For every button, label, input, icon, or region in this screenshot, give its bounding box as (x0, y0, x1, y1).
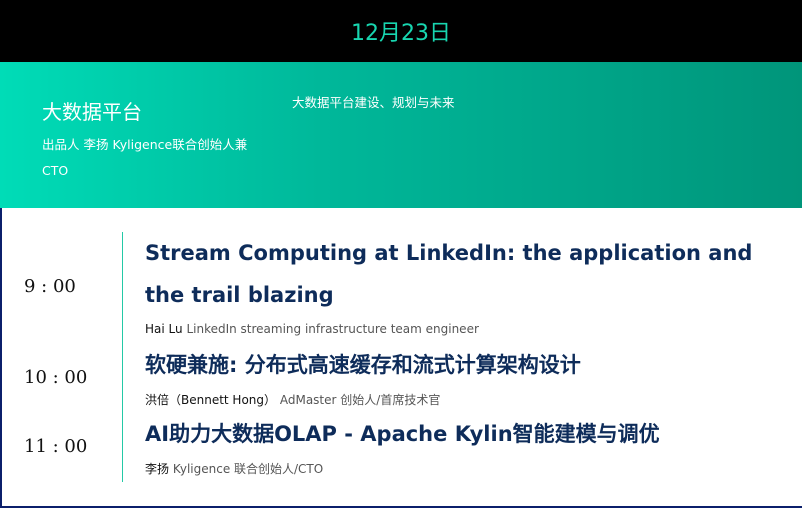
speaker-name: Hai Lu (145, 322, 183, 336)
speaker-name: 李扬 (145, 462, 170, 476)
speaker-name: 洪倍（Bennett Hong） (145, 393, 277, 407)
session-title[interactable]: AI助力大数据OLAP - Apache Kylin智能建模与调优 (145, 413, 785, 455)
track-banner: 大数据平台 出品人 李扬 Kyligence联合创始人兼CTO 大数据平台建设、… (0, 62, 802, 208)
track-description: 大数据平台建设、规划与未来 (292, 95, 455, 110)
speaker-role: Kyligence 联合创始人/CTO (172, 462, 324, 476)
session-time: 11 : 00 (24, 436, 88, 457)
track-producer: 出品人 李扬 Kyligence联合创始人兼CTO (42, 137, 248, 178)
date-label: 12月23日 (351, 21, 451, 46)
session-title[interactable]: Stream Computing at LinkedIn: the applic… (145, 232, 785, 316)
session-schedule: 9 : 00 Stream Computing at LinkedIn: the… (0, 208, 802, 508)
session-speaker: 李扬 Kyligence 联合创始人/CTO (145, 460, 323, 477)
timeline-divider (122, 232, 123, 482)
session-title[interactable]: 软硬兼施: 分布式高速缓存和流式计算架构设计 (145, 344, 785, 386)
session-time: 10 : 00 (24, 367, 88, 388)
speaker-role: AdMaster 创始人/首席技术官 (279, 393, 441, 407)
session-time: 9 : 00 (24, 276, 76, 297)
session-speaker: 洪倍（Bennett Hong） AdMaster 创始人/首席技术官 (145, 391, 440, 408)
date-header-bar: 12月23日 (0, 0, 802, 62)
agenda-page: 12月23日 大数据平台 出品人 李扬 Kyligence联合创始人兼CTO 大… (0, 0, 802, 508)
session-speaker: Hai Lu LinkedIn streaming infrastructure… (145, 322, 479, 336)
track-title: 大数据平台 (42, 100, 142, 124)
speaker-role: LinkedIn streaming infrastructure team e… (186, 322, 479, 336)
